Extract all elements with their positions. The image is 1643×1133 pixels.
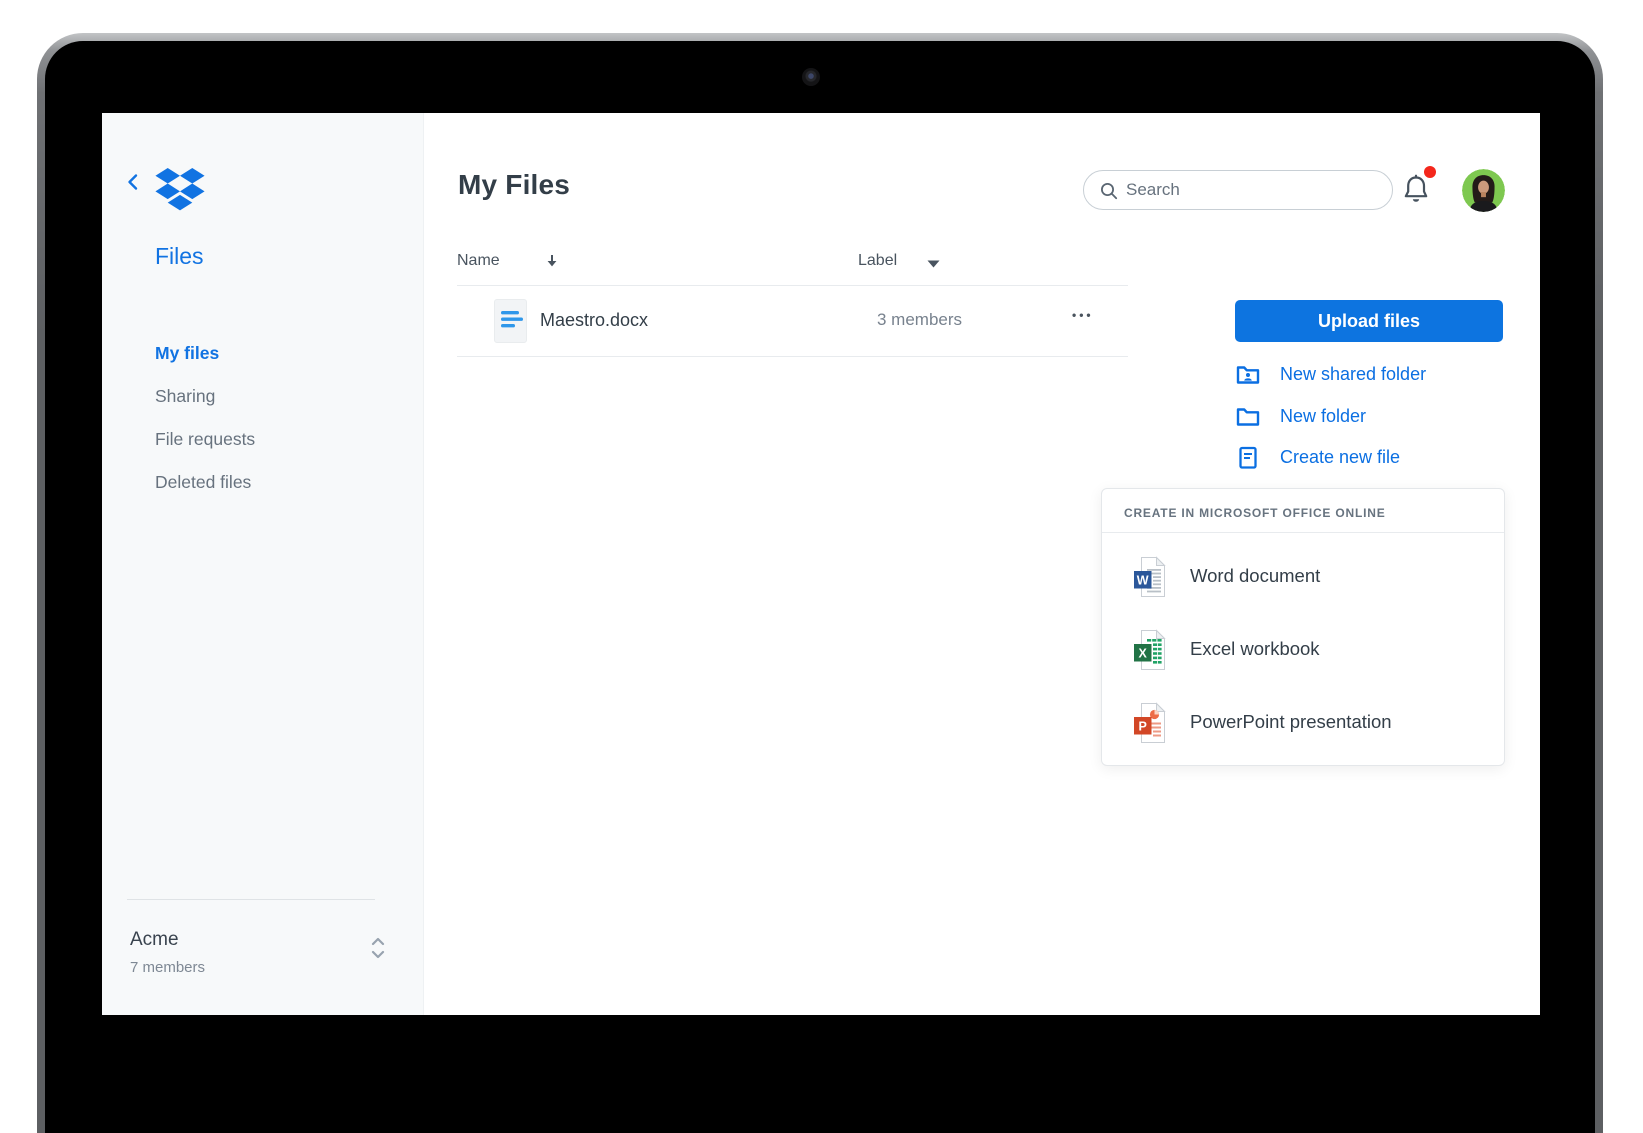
new-folder-label: New folder — [1280, 406, 1367, 426]
up-down-chevrons-icon[interactable] — [370, 935, 386, 961]
team-name: Acme — [130, 929, 179, 950]
new-shared-folder-link[interactable]: New shared folder — [1236, 362, 1516, 390]
dropbox-app-window: Files My files Sharing File requests Del… — [102, 113, 1540, 1015]
create-new-file-label: Create new file — [1280, 447, 1401, 467]
dropbox-logo[interactable] — [155, 168, 205, 211]
menu-item-powerpoint-presentation[interactable]: P PowerPoint presentation — [1102, 686, 1504, 759]
upload-files-button[interactable]: Upload files — [1235, 300, 1503, 342]
file-name: Maestro.docx — [540, 310, 649, 330]
table-row[interactable]: Maestro.docx 3 members ••• — [457, 286, 1128, 356]
search-icon — [1101, 183, 1118, 200]
caret-down-icon[interactable] — [927, 260, 940, 268]
powerpoint-icon: P — [1134, 702, 1166, 743]
sidebar-collapse-icon[interactable] — [126, 173, 140, 191]
team-member-count: 7 members — [130, 959, 206, 976]
sidebar: Files My files Sharing File requests Del… — [102, 113, 424, 1015]
sidebar-item-file-requests[interactable]: File requests — [155, 418, 255, 461]
create-new-file-link[interactable]: Create new file — [1236, 445, 1516, 473]
sidebar-item-deleted-files[interactable]: Deleted files — [155, 461, 255, 504]
excel-icon: X — [1134, 629, 1166, 670]
sidebar-nav: My files Sharing File requests Deleted f… — [155, 332, 255, 504]
svg-text:X: X — [1139, 646, 1148, 660]
bell-icon[interactable] — [1402, 173, 1430, 205]
search-box — [1083, 170, 1393, 210]
sidebar-section-title: Files — [155, 243, 204, 269]
more-options-icon[interactable]: ••• — [1072, 308, 1094, 322]
shared-folder-icon — [1236, 366, 1260, 384]
excel-workbook-label: Excel workbook — [1190, 638, 1320, 659]
folder-icon — [1236, 408, 1260, 426]
table-row-divider — [457, 356, 1128, 357]
user-avatar[interactable] — [1462, 169, 1505, 212]
office-menu-header: CREATE IN MICROSOFT OFFICE ONLINE — [1124, 506, 1386, 520]
office-online-menu: CREATE IN MICROSOFT OFFICE ONLINE W Word… — [1101, 488, 1505, 766]
sort-descending-icon[interactable] — [545, 254, 559, 268]
powerpoint-presentation-label: PowerPoint presentation — [1190, 711, 1392, 732]
document-icon — [494, 299, 527, 343]
notification-dot — [1424, 166, 1436, 178]
office-menu-divider — [1102, 532, 1504, 533]
sidebar-item-sharing[interactable]: Sharing — [155, 375, 255, 418]
column-header-name[interactable]: Name — [457, 252, 500, 270]
word-icon: W — [1134, 556, 1166, 597]
column-header-label[interactable]: Label — [858, 252, 897, 270]
webcam-icon — [802, 68, 820, 86]
menu-item-excel-workbook[interactable]: X Excel workbook — [1102, 613, 1504, 686]
new-folder-link[interactable]: New folder — [1236, 404, 1516, 432]
file-members-label: 3 members — [877, 310, 963, 329]
menu-item-word-document[interactable]: W Word document — [1102, 540, 1504, 613]
search-input[interactable] — [1126, 172, 1381, 208]
page-title: My Files — [458, 169, 571, 200]
word-document-label: Word document — [1190, 565, 1321, 586]
new-shared-folder-label: New shared folder — [1280, 364, 1427, 384]
sidebar-divider — [127, 899, 375, 900]
new-file-icon — [1239, 446, 1257, 469]
sidebar-item-my-files[interactable]: My files — [155, 332, 255, 375]
svg-text:W: W — [1137, 573, 1149, 587]
svg-text:P: P — [1139, 719, 1147, 733]
